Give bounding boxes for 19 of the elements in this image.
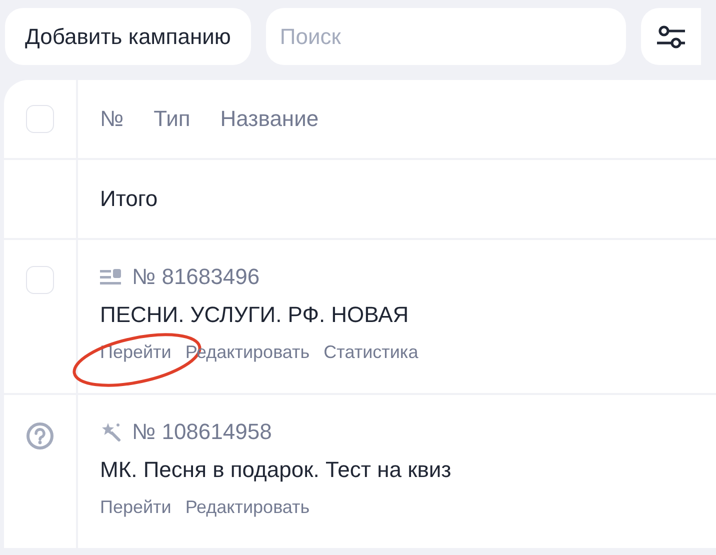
text-lines-icon <box>100 268 122 286</box>
action-link[interactable]: Статистика <box>324 342 418 363</box>
campaign-name: ПЕСНИ. УСЛУГИ. РФ. НОВАЯ <box>100 302 410 328</box>
campaign-name: МК. Песня в подарок. Тест на квиз <box>100 457 452 483</box>
row-checkbox[interactable] <box>26 266 54 294</box>
select-all-checkbox[interactable] <box>26 105 54 133</box>
search-field[interactable]: Поиск <box>266 8 626 65</box>
help-icon[interactable] <box>25 421 55 451</box>
campaign-number: № 108614958 <box>132 419 272 445</box>
action-link[interactable]: Редактировать <box>185 497 310 518</box>
column-header: Название <box>220 106 319 132</box>
action-link[interactable]: Перейти <box>100 497 172 518</box>
filter-button[interactable] <box>640 8 701 65</box>
magic-wand-icon <box>100 422 122 442</box>
add-campaign-button[interactable]: Добавить кампанию <box>5 8 251 65</box>
campaign-number: № 81683496 <box>132 264 260 290</box>
column-header: Тип <box>154 106 190 132</box>
total-label: Итого <box>100 186 158 212</box>
column-header: № <box>100 106 124 132</box>
